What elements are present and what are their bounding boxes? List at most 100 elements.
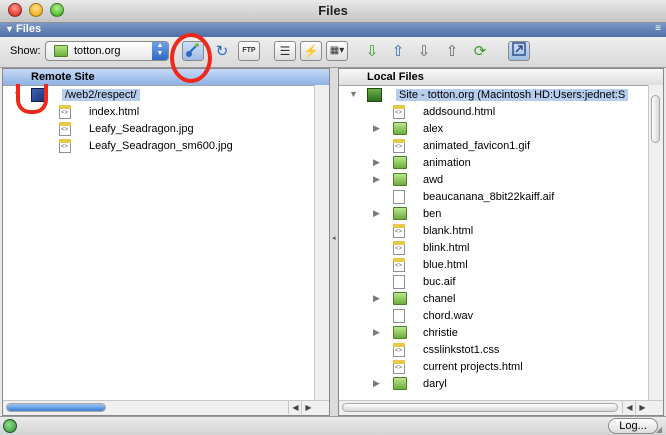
pane-splitter[interactable]: ◂ — [330, 68, 338, 416]
local-file-row[interactable]: chord.wav — [339, 308, 649, 325]
scroll-right-arrow-icon[interactable]: ▶ — [635, 401, 649, 414]
log-button[interactable]: Log... — [608, 418, 658, 434]
disclosure-closed-icon[interactable]: ▶ — [373, 378, 380, 389]
remote-hscroll-thumb[interactable] — [6, 403, 106, 412]
refresh-icon: ↻ — [215, 43, 229, 60]
local-file-row[interactable]: blink.html — [339, 240, 649, 257]
repository-view-button[interactable]: ▦▾ — [326, 41, 348, 61]
check-out-icon: ⇩ — [417, 43, 431, 60]
local-folder-row[interactable]: ▶ chanel — [339, 291, 649, 308]
check-in-button[interactable]: ⇧ — [442, 42, 462, 62]
get-button[interactable]: ⇩ — [362, 42, 382, 62]
local-item-name: chanel — [423, 293, 456, 305]
connect-button[interactable] — [182, 41, 204, 61]
local-item-name: animation — [423, 157, 471, 169]
scroll-left-arrow-icon[interactable]: ◀ — [288, 401, 302, 414]
local-item-name: blink.html — [423, 242, 470, 254]
local-item-name: beaucanana_8bit22kaiff.aif — [423, 191, 555, 203]
check-out-button[interactable]: ⇩ — [414, 42, 434, 62]
web-file-icon — [393, 241, 405, 255]
splitter-grip-icon: ◂ — [332, 235, 336, 242]
image-file-icon — [59, 139, 71, 153]
local-file-row[interactable]: current projects.html — [339, 359, 649, 376]
remote-file-row[interactable]: Leafy_Seadragon_sm600.jpg — [3, 138, 315, 155]
local-vertical-scrollbar[interactable] — [648, 85, 663, 401]
folder-icon — [393, 207, 407, 220]
remote-server-icon — [31, 88, 47, 102]
local-file-row[interactable]: animated_favicon1.gif — [339, 138, 649, 155]
disclosure-open-icon[interactable]: ▼ — [349, 89, 358, 99]
site-select[interactable]: totton.org ▲ ▼ — [45, 41, 169, 61]
collapse-triangle-icon[interactable]: ▼ — [5, 24, 14, 34]
ftp-log-icon: FTP — [242, 47, 256, 54]
local-item-name: alex — [423, 123, 444, 135]
expand-collapse-button[interactable] — [508, 41, 530, 61]
remote-root-row[interactable]: ▼ /web2/respect/ — [3, 87, 315, 104]
put-arrow-up-icon: ⇧ — [391, 43, 405, 60]
local-item-name: addsound.html — [423, 106, 496, 118]
web-file-icon — [393, 105, 405, 119]
scroll-left-arrow-icon[interactable]: ◀ — [622, 401, 636, 414]
disclosure-closed-icon[interactable]: ▶ — [373, 157, 380, 168]
local-folder-row[interactable]: ▶ awd — [339, 172, 649, 189]
local-files-pane: Local Files ▼ Site - totton.org (Macinto… — [338, 68, 664, 416]
local-horizontal-scrollbar[interactable]: ◀ ▶ — [339, 400, 663, 415]
panel-options-menu-icon[interactable]: ≡ — [655, 23, 661, 34]
local-folder-row[interactable]: ▶ ben — [339, 206, 649, 223]
web-file-icon — [393, 258, 405, 272]
scroll-right-arrow-icon[interactable]: ▶ — [301, 401, 315, 414]
local-folder-row[interactable]: ▶ alex — [339, 121, 649, 138]
testing-server-button[interactable]: ⚡ — [300, 41, 322, 61]
get-arrow-down-icon: ⇩ — [365, 43, 379, 60]
local-item-name: current projects.html — [423, 361, 523, 373]
remote-file-row[interactable]: index.html — [3, 104, 315, 121]
local-file-row[interactable]: buc.aif — [339, 274, 649, 291]
local-file-row[interactable]: csslinkstot1.css — [339, 342, 649, 359]
local-file-row[interactable]: addsound.html — [339, 104, 649, 121]
status-bar: Log... ◢ — [0, 416, 666, 435]
local-folder-row[interactable]: ▶ christie — [339, 325, 649, 342]
local-files-header-label: Local Files — [367, 71, 424, 83]
file-icon — [393, 309, 405, 323]
disclosure-closed-icon[interactable]: ▶ — [373, 174, 380, 185]
disclosure-closed-icon[interactable]: ▶ — [373, 123, 380, 134]
synchronize-icon: ⟳ — [473, 43, 487, 60]
local-file-row[interactable]: blue.html — [339, 257, 649, 274]
remote-site-header[interactable]: Remote Site — [3, 69, 329, 86]
remote-file-row[interactable]: Leafy_Seadragon.jpg — [3, 121, 315, 138]
local-folder-row[interactable]: ▶ animation — [339, 155, 649, 172]
disclosure-open-icon[interactable]: ▼ — [13, 89, 22, 99]
html-file-icon — [59, 105, 71, 119]
local-file-row[interactable]: blank.html — [339, 223, 649, 240]
refresh-button[interactable]: ↻ — [212, 42, 232, 62]
disclosure-closed-icon[interactable]: ▶ — [373, 293, 380, 304]
remote-horizontal-scrollbar[interactable]: ◀ ▶ — [3, 400, 329, 415]
local-item-name: blank.html — [423, 225, 474, 237]
disclosure-closed-icon[interactable]: ▶ — [373, 208, 380, 219]
file-icon — [393, 190, 405, 204]
synchronize-button[interactable]: ⟳ — [470, 42, 490, 62]
local-item-name: buc.aif — [423, 276, 456, 288]
local-files-header[interactable]: Local Files — [339, 69, 663, 86]
local-file-row[interactable]: beaucanana_8bit22kaiff.aif — [339, 189, 649, 206]
connect-icon — [186, 43, 199, 57]
local-item-name: ben — [423, 208, 442, 220]
image-file-icon — [59, 122, 71, 136]
local-vscroll-thumb[interactable] — [651, 95, 660, 143]
local-root-row[interactable]: ▼ Site - totton.org (Macintosh HD:Users:… — [339, 87, 649, 104]
folder-icon — [393, 122, 407, 135]
local-hscroll-thumb[interactable] — [342, 403, 618, 412]
disclosure-closed-icon[interactable]: ▶ — [373, 327, 380, 338]
local-item-name: awd — [423, 174, 444, 186]
put-button[interactable]: ⇧ — [388, 42, 408, 62]
ftp-log-button[interactable]: FTP — [238, 41, 260, 61]
remote-vertical-scrollbar[interactable] — [314, 85, 329, 401]
remote-file-name: Leafy_Seadragon_sm600.jpg — [89, 140, 233, 152]
folder-icon — [393, 326, 407, 339]
web-file-icon — [393, 360, 405, 374]
file-icon — [393, 275, 405, 289]
files-panel-header[interactable]: ▼ Files ≡ — [0, 23, 666, 37]
remote-file-name: Leafy_Seadragon.jpg — [89, 123, 194, 135]
site-files-view-button[interactable]: ☰ — [274, 41, 296, 61]
local-folder-row[interactable]: ▶ daryl — [339, 376, 649, 393]
